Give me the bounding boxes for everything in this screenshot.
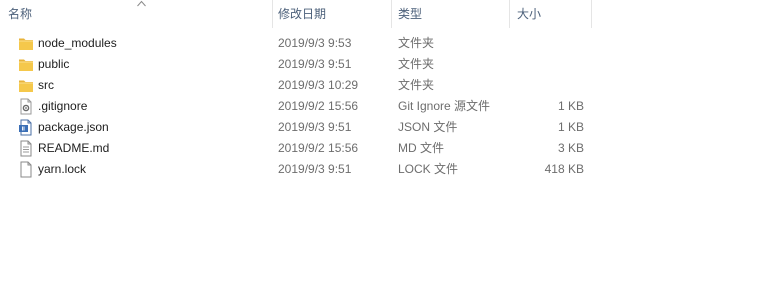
file-row[interactable]: .gitignore 2019/9/2 15:56 Git Ignore 源文件… (0, 96, 760, 117)
file-name: README.md (38, 141, 110, 155)
column-divider[interactable] (391, 0, 392, 28)
file-date-modified: 2019/9/3 9:51 (278, 57, 352, 71)
file-name: yarn.lock (38, 162, 87, 176)
column-header-date-modified[interactable]: 修改日期 (278, 0, 390, 28)
file-size: 1 KB (557, 99, 584, 113)
file-size (510, 33, 584, 54)
sort-ascending-icon (137, 0, 146, 7)
file-row[interactable]: src 2019/9/3 10:29 文件夹 (0, 75, 760, 96)
file-name: public (38, 57, 70, 71)
file-row[interactable]: package.json 2019/9/3 9:51 JSON 文件 1 KB (0, 117, 760, 138)
file-name: node_modules (38, 36, 117, 50)
file-type: 文件夹 (398, 57, 435, 71)
json-file-icon (19, 119, 32, 136)
markdown-file-icon (20, 140, 32, 157)
column-header-type[interactable]: 类型 (398, 0, 508, 28)
generic-file-icon (20, 161, 32, 178)
column-header-size[interactable]: 大小 (517, 0, 591, 28)
file-date-modified: 2019/9/2 15:56 (278, 99, 359, 113)
file-size: 3 KB (557, 141, 584, 155)
file-type: LOCK 文件 (398, 162, 459, 176)
file-row[interactable]: yarn.lock 2019/9/3 9:51 LOCK 文件 418 KB (0, 159, 760, 180)
file-name: src (38, 78, 54, 92)
column-divider[interactable] (509, 0, 510, 28)
file-row[interactable]: README.md 2019/9/2 15:56 MD 文件 3 KB (0, 138, 760, 159)
file-row[interactable]: node_modules 2019/9/3 9:53 文件夹 (0, 33, 760, 54)
file-type: 文件夹 (398, 78, 435, 92)
file-size: 418 KB (544, 162, 584, 176)
file-name: .gitignore (38, 99, 88, 113)
file-type: Git Ignore 源文件 (398, 99, 491, 113)
file-size (510, 54, 584, 75)
file-type: 文件夹 (398, 36, 435, 50)
column-divider[interactable] (272, 0, 273, 28)
file-type: MD 文件 (398, 141, 444, 155)
gitignore-file-icon (20, 98, 32, 115)
file-row[interactable]: public 2019/9/3 9:51 文件夹 (0, 54, 760, 75)
column-header: 名称 修改日期 类型 大小 (0, 0, 760, 28)
file-date-modified: 2019/9/3 9:51 (278, 162, 352, 176)
file-date-modified: 2019/9/2 15:56 (278, 141, 359, 155)
file-date-modified: 2019/9/3 9:53 (278, 36, 352, 50)
folder-icon (19, 59, 33, 71)
column-divider[interactable] (591, 0, 592, 28)
file-date-modified: 2019/9/3 10:29 (278, 78, 359, 92)
folder-icon (19, 38, 33, 50)
file-type: JSON 文件 (398, 120, 458, 134)
file-size: 1 KB (557, 120, 584, 134)
file-size (510, 75, 584, 96)
file-date-modified: 2019/9/3 9:51 (278, 120, 352, 134)
folder-icon (19, 80, 33, 92)
file-name: package.json (38, 120, 109, 134)
